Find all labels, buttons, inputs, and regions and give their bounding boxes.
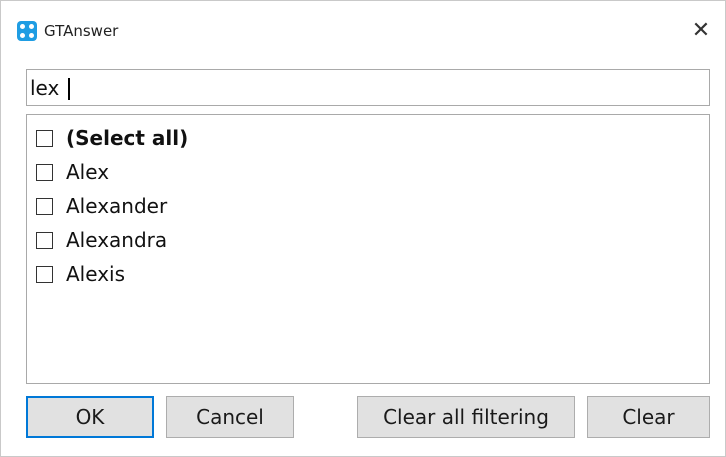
list-item-label: Alex <box>66 160 110 184</box>
app-icon <box>17 21 37 41</box>
checkbox[interactable] <box>36 129 53 147</box>
cancel-button[interactable]: Cancel <box>166 396 294 438</box>
list-item[interactable]: Alex <box>36 157 109 187</box>
checkbox[interactable] <box>36 163 53 181</box>
clear-all-filtering-button[interactable]: Clear all filtering <box>357 396 575 438</box>
filter-dialog: GTAnswer ✕ (Select all) Alex Alexander A… <box>0 0 726 457</box>
list-item[interactable]: Alexis <box>36 259 125 289</box>
window-title: GTAnswer <box>44 22 119 40</box>
list-item-label: Alexander <box>66 194 168 218</box>
ok-button[interactable]: OK <box>26 396 154 438</box>
list-item-label: Alexis <box>66 262 126 286</box>
checkbox[interactable] <box>36 197 53 215</box>
list-item[interactable]: Alexander <box>36 191 167 221</box>
search-input[interactable] <box>26 69 710 106</box>
close-icon[interactable]: ✕ <box>685 15 717 47</box>
list-item[interactable]: Alexandra <box>36 225 167 255</box>
list-item-label: (Select all) <box>66 126 189 150</box>
checkbox[interactable] <box>36 265 53 283</box>
checkbox[interactable] <box>36 231 53 249</box>
value-list[interactable]: (Select all) Alex Alexander Alexandra Al… <box>26 114 710 384</box>
title-bar[interactable]: GTAnswer ✕ <box>1 1 725 59</box>
list-item-label: Alexandra <box>66 228 168 252</box>
text-caret <box>68 78 70 100</box>
clear-button[interactable]: Clear <box>587 396 710 438</box>
list-item-select-all[interactable]: (Select all) <box>36 123 188 153</box>
